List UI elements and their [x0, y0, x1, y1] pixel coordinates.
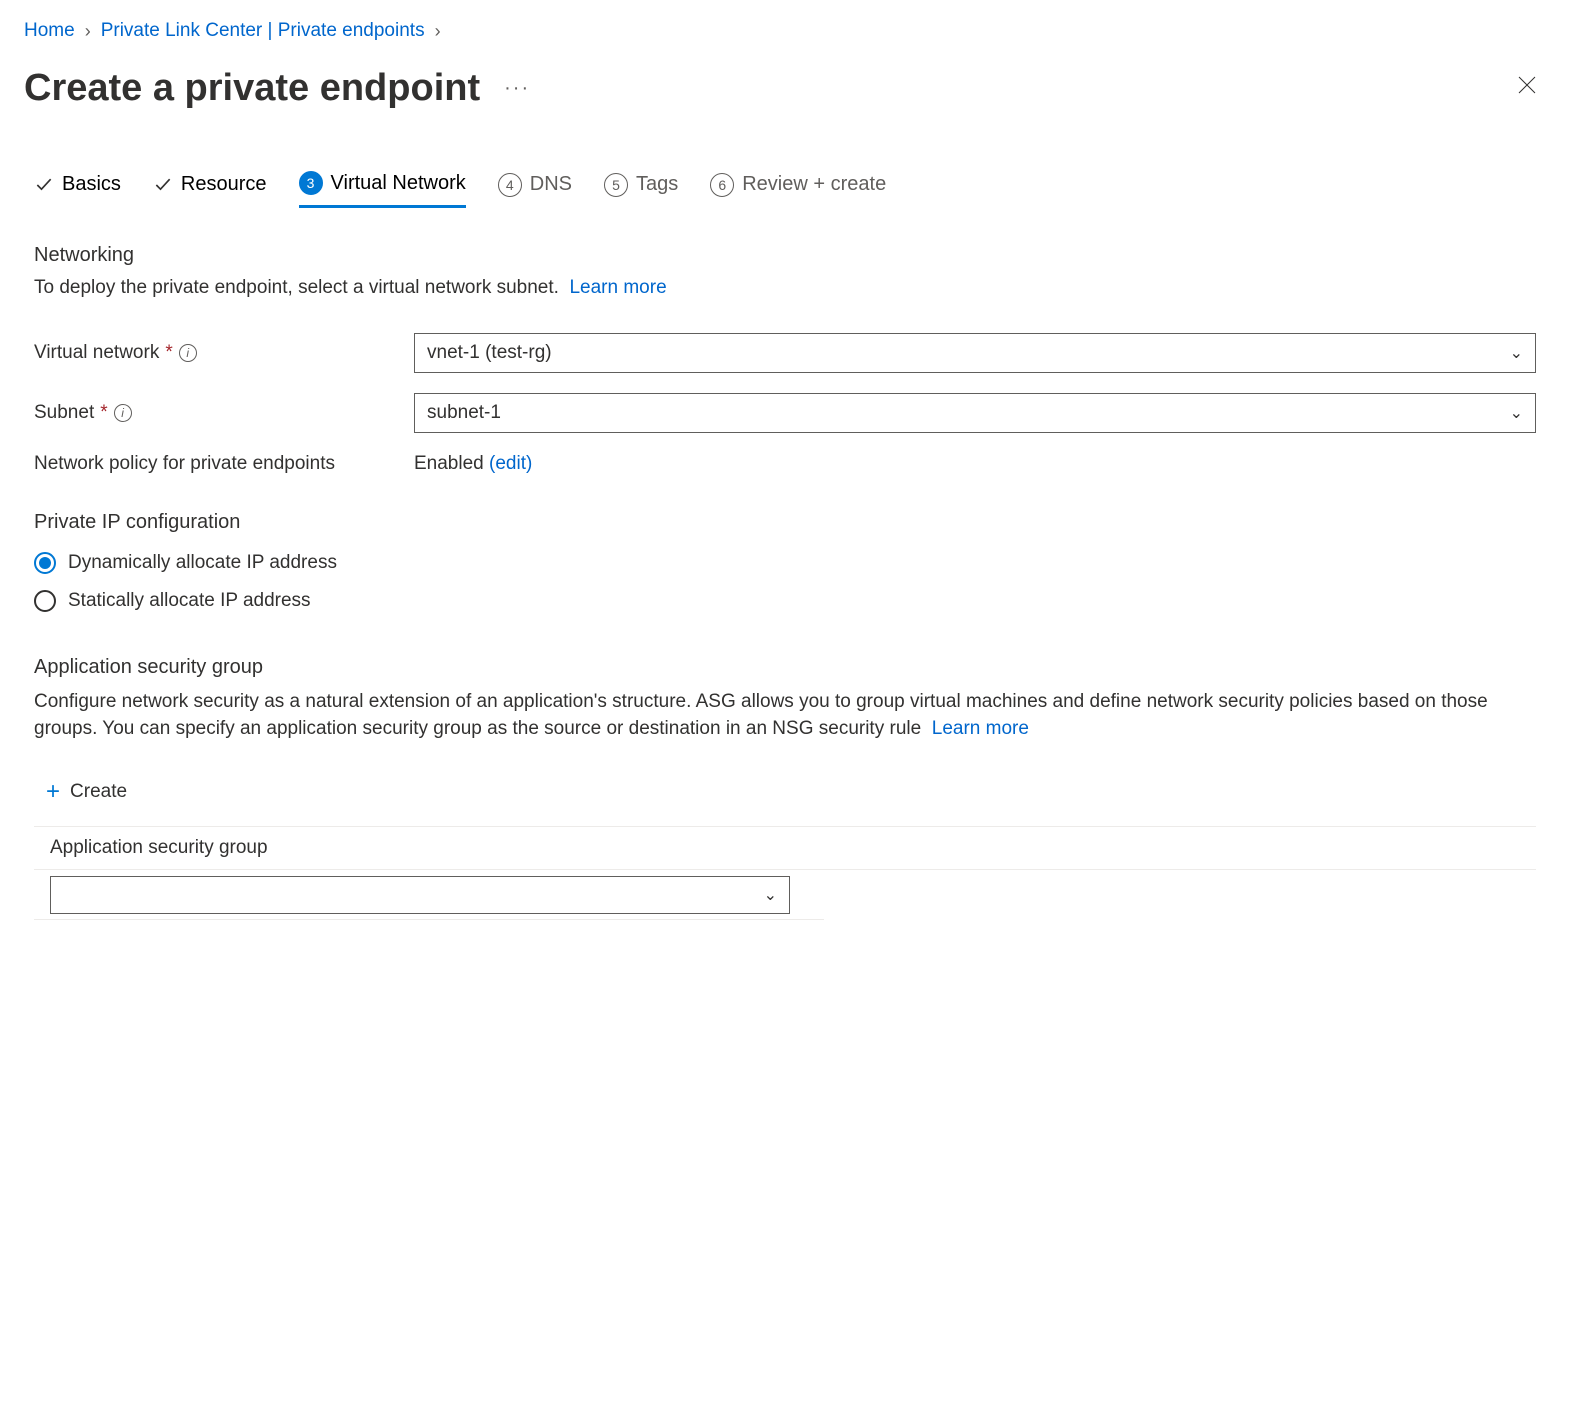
dropdown-value: vnet-1 (test-rg) [427, 342, 552, 364]
network-policy-value: Enabled (edit) [414, 453, 532, 475]
tab-dns[interactable]: 4 DNS [498, 173, 572, 207]
tab-label: DNS [530, 173, 572, 196]
info-icon[interactable]: i [179, 344, 197, 362]
chevron-down-icon: ⌄ [1510, 403, 1523, 423]
radio-icon [34, 590, 56, 612]
check-icon [34, 175, 54, 195]
create-label: Create [70, 781, 127, 803]
tab-resource[interactable]: Resource [153, 173, 267, 206]
network-policy-field: Network policy for private endpoints Ena… [34, 453, 1536, 475]
title-row: Create a private endpoint ··· [24, 66, 1546, 111]
dropdown-value: subnet-1 [427, 402, 501, 424]
tab-tags[interactable]: 5 Tags [604, 173, 678, 207]
tab-label: Virtual Network [331, 172, 466, 195]
asg-heading: Application security group [34, 656, 1536, 679]
radio-icon [34, 552, 56, 574]
page-title: Create a private endpoint [24, 67, 480, 110]
edit-policy-link[interactable]: (edit) [489, 453, 532, 474]
subnet-field: Subnet * i subnet-1 ⌄ [34, 393, 1536, 433]
required-indicator: * [100, 402, 107, 424]
networking-description: To deploy the private endpoint, select a… [34, 277, 1536, 299]
asg-column-header: Application security group [34, 826, 1536, 870]
plus-icon: + [46, 778, 60, 806]
ip-config-heading: Private IP configuration [34, 511, 1536, 534]
more-actions-button[interactable]: ··· [496, 73, 538, 104]
chevron-down-icon: ⌄ [1510, 343, 1523, 363]
wizard-tabs: Basics Resource 3 Virtual Network 4 DNS … [24, 171, 1546, 208]
step-number-badge: 3 [299, 171, 323, 195]
divider [34, 914, 824, 920]
tab-review-create[interactable]: 6 Review + create [710, 173, 886, 207]
step-number-badge: 4 [498, 173, 522, 197]
radio-dynamic-ip[interactable]: Dynamically allocate IP address [34, 544, 1536, 582]
tab-label: Review + create [742, 173, 886, 196]
close-icon [1516, 74, 1538, 96]
network-policy-label: Network policy for private endpoints [34, 453, 414, 475]
close-button[interactable] [1508, 66, 1546, 111]
breadcrumb: Home › Private Link Center | Private end… [24, 20, 1546, 42]
asg-select-dropdown[interactable]: ⌄ [50, 876, 790, 914]
chevron-right-icon: › [85, 21, 91, 42]
virtual-network-field: Virtual network * i vnet-1 (test-rg) ⌄ [34, 333, 1536, 373]
step-number-badge: 5 [604, 173, 628, 197]
radio-static-ip[interactable]: Statically allocate IP address [34, 582, 1536, 620]
tab-virtual-network[interactable]: 3 Virtual Network [299, 171, 466, 208]
breadcrumb-home[interactable]: Home [24, 20, 75, 42]
radio-label: Dynamically allocate IP address [68, 552, 337, 574]
subnet-label: Subnet * i [34, 402, 414, 424]
tab-basics[interactable]: Basics [34, 173, 121, 206]
tab-label: Basics [62, 173, 121, 196]
virtual-network-dropdown[interactable]: vnet-1 (test-rg) ⌄ [414, 333, 1536, 373]
step-number-badge: 6 [710, 173, 734, 197]
ip-config-radio-group: Dynamically allocate IP address Statical… [34, 544, 1536, 620]
learn-more-link[interactable]: Learn more [932, 718, 1029, 739]
chevron-down-icon: ⌄ [764, 885, 777, 905]
subnet-dropdown[interactable]: subnet-1 ⌄ [414, 393, 1536, 433]
breadcrumb-private-link-center[interactable]: Private Link Center | Private endpoints [101, 20, 425, 42]
tab-label: Resource [181, 173, 267, 196]
networking-heading: Networking [34, 244, 1536, 267]
virtual-network-label: Virtual network * i [34, 342, 414, 364]
chevron-right-icon: › [435, 21, 441, 42]
info-icon[interactable]: i [114, 404, 132, 422]
create-asg-button[interactable]: + Create [34, 770, 139, 814]
asg-description: Configure network security as a natural … [34, 689, 1536, 742]
required-indicator: * [165, 342, 172, 364]
radio-label: Statically allocate IP address [68, 590, 311, 612]
check-icon [153, 175, 173, 195]
learn-more-link[interactable]: Learn more [569, 277, 666, 298]
tab-label: Tags [636, 173, 678, 196]
